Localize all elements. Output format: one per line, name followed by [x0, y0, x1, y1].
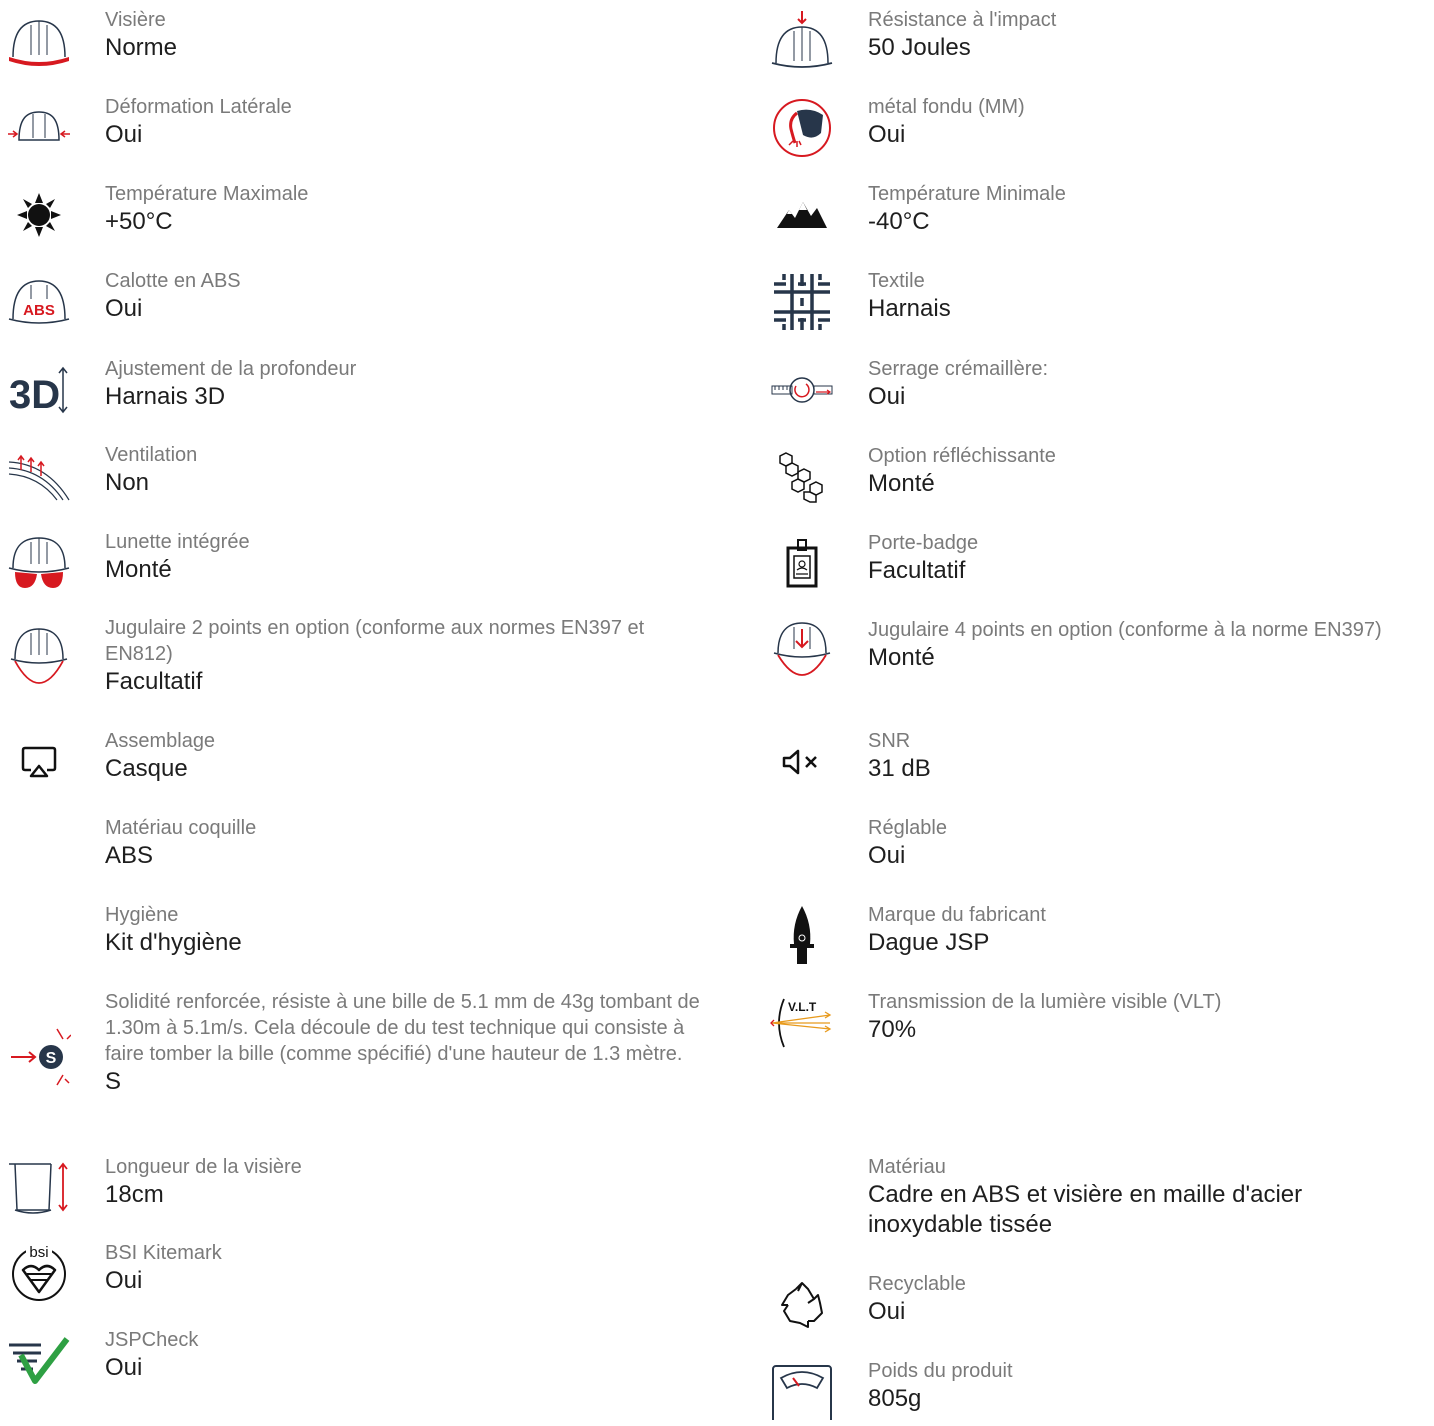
spec-item-visor: Visière Norme — [9, 7, 705, 66]
spec-item-manufacturer-brand: Marque du fabricant Dague JSP — [790, 902, 1434, 964]
spec-item-ratchet: Serrage crémaillère: Oui — [771, 356, 1434, 412]
spec-item-max-temperature: Température Maximale +50°C — [17, 181, 705, 237]
spec-item-hygiene: Hygiène Kit d'hygiène — [105, 904, 242, 956]
recycle-icon — [768, 1271, 836, 1339]
spec-item-material: Matériau Cadre en ABS et visière en mail… — [868, 1156, 1303, 1238]
spec-item-lateral-deformation: Déformation Latérale Oui — [8, 94, 705, 150]
spec-item-ventilation: Ventilation Non — [8, 442, 705, 501]
vlt-icon: V.L.T — [768, 989, 836, 1057]
assembly-icon — [5, 728, 73, 796]
spec-item-vlt: V.L.T Transmission de la lumière visible… — [770, 989, 1434, 1048]
dagger-brand-icon — [768, 902, 836, 970]
spec-item-badge-holder: Porte-badge Facultatif — [786, 530, 1434, 588]
chinstrap-2-point-icon — [5, 623, 73, 691]
sun-icon — [5, 181, 73, 249]
spec-item-shell-material: Matériau coquille ABS — [105, 817, 257, 869]
bsi-kitemark-icon: bsi — [5, 1240, 73, 1308]
ball-impact-s-icon: S — [5, 1023, 73, 1091]
spec-item-chinstrap-4-point: Jugulaire 4 points en option (conforme à… — [773, 617, 1434, 676]
spec-item-assembly: Assemblage Casque — [21, 728, 705, 784]
ventilation-icon — [5, 442, 73, 510]
svg-text:V.L.T: V.L.T — [788, 1000, 817, 1014]
spec-item-textile: Textile Harnais — [774, 268, 1434, 330]
abs-shell-icon: ABS — [5, 268, 73, 336]
helmet-red-brim-icon — [5, 7, 73, 75]
spec-item-reinforced-strength: S Solidité renforcée, résiste à une bill… — [11, 989, 705, 1097]
spec-item-min-temperature: Température Minimale -40°C — [777, 181, 1434, 237]
integrated-glasses-icon — [5, 529, 73, 597]
spec-item-impact-resistance: Résistance à l'impact 50 Joules — [771, 7, 1434, 68]
spec-item-depth-adjustment: 3D Ajustement de la profondeur Harnais 3… — [9, 356, 705, 416]
svg-text:bsi: bsi — [29, 1244, 48, 1261]
spec-item-molten-metal: métal fondu (MM) Oui — [773, 94, 1434, 157]
spec-item-abs-shell: ABS Calotte en ABS Oui — [8, 268, 705, 324]
lateral-deformation-icon — [5, 94, 73, 162]
svg-text:ABS: ABS — [23, 302, 55, 319]
spec-item-product-weight: Poids du produit 805g — [772, 1358, 1434, 1420]
textile-harness-icon — [768, 268, 836, 336]
spec-item-bsi-kitemark: bsi BSI Kitemark Oui — [12, 1240, 705, 1301]
spec-item-integrated-glasses: Lunette intégrée Monté — [8, 529, 705, 588]
svg-text:S: S — [46, 1050, 57, 1067]
spec-item-recyclable: Recyclable Oui — [781, 1271, 1434, 1328]
weight-scale-icon — [768, 1358, 836, 1426]
muted-speaker-icon — [768, 728, 836, 796]
spec-item-chinstrap-2-point: Jugulaire 2 points en option (conforme a… — [10, 615, 705, 697]
badge-holder-icon — [768, 530, 836, 598]
reflective-hexagons-icon — [768, 443, 836, 511]
jspcheck-icon — [5, 1327, 73, 1395]
spec-item-visor-length: Longueur de la visière 18cm — [9, 1154, 705, 1214]
chinstrap-4-point-icon — [768, 617, 836, 685]
ratchet-icon — [768, 356, 836, 424]
impact-resistance-icon — [768, 7, 836, 75]
3d-depth-icon: 3D — [5, 356, 73, 424]
spec-item-adjustable: Réglable Oui — [868, 817, 947, 869]
mountains-icon — [768, 181, 836, 249]
molten-metal-icon — [768, 94, 836, 162]
svg-text:3D: 3D — [9, 373, 60, 416]
spec-item-snr: SNR 31 dB — [782, 728, 1434, 784]
visor-length-icon — [5, 1154, 73, 1222]
spec-item-jspcheck: JSPCheck Oui — [9, 1327, 705, 1384]
spec-item-reflective-option: Option réfléchissante Monté — [779, 443, 1434, 503]
